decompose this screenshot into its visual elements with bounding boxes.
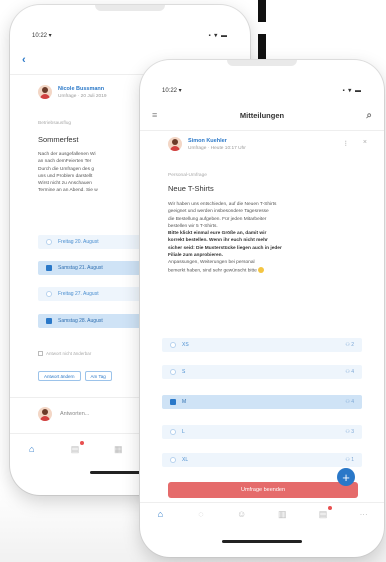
status-bar: 10:22 ▾ ▪ ▾ ▬ <box>140 82 384 98</box>
body-line: Anpassungen, Weiterungen bei personal <box>168 260 255 266</box>
poll-option[interactable]: L ⚇ 3 <box>162 425 362 439</box>
section-label: Betriebsausflug <box>38 121 72 126</box>
phone-notch <box>95 5 165 11</box>
tag-change-answer[interactable]: Antwort ändern <box>38 371 81 381</box>
post-title: Neue T-Shirts <box>168 184 214 193</box>
status-signal: ▪ ▾ ▬ <box>342 87 362 94</box>
cable-decoration <box>258 0 266 22</box>
radio-icon <box>170 457 176 463</box>
status-signal: ▪ ▾ ▬ <box>208 32 228 39</box>
menu-icon[interactable]: ≡ <box>152 110 157 120</box>
poll-option[interactable]: XS ⚇ 2 <box>162 338 362 352</box>
post-title: Sommerfest <box>38 135 79 144</box>
option-label: XL <box>182 457 189 463</box>
body-line: bemerkt haben, sind sehr gewünscht bitte <box>168 266 368 275</box>
home-icon[interactable]: ⌂ <box>154 509 166 519</box>
chat-icon[interactable]: ▤ <box>69 441 84 454</box>
author-meta: Umfrage · 20 Juli 2019 <box>58 93 107 99</box>
radio-icon <box>46 291 52 297</box>
home-icon[interactable]: ⌂ <box>26 444 38 454</box>
option-label: Samstag 21. August <box>58 265 103 271</box>
reply-bar[interactable]: Antworten... <box>38 407 89 421</box>
option-count: ⚇ 1 <box>345 457 354 463</box>
smile-icon[interactable]: ☺ <box>236 509 248 519</box>
home-indicator <box>222 540 302 543</box>
post-author[interactable]: Nicole Bussmann Umfrage · 20 Juli 2019 <box>38 85 107 99</box>
bell-icon[interactable]: ▤ <box>317 506 332 519</box>
radio-icon <box>46 239 52 245</box>
author-name: Nicole Bussmann <box>58 85 105 92</box>
post-author[interactable]: Simon Kuehler Umfrage · Heute 10:17 Uhr <box>168 137 246 151</box>
end-poll-button[interactable]: Umfrage beenden <box>168 482 358 498</box>
tag-day[interactable]: Am Tag <box>84 371 112 381</box>
option-count: ⚇ 4 <box>345 399 354 405</box>
option-count: ⚇ 2 <box>345 342 354 348</box>
divider <box>140 130 384 131</box>
phone-notch <box>227 60 297 66</box>
body-line-bold: korrekt bestellen. Wenn ihr euch nicht m… <box>168 238 268 244</box>
radio-icon <box>170 429 176 435</box>
more-icon[interactable]: ··· <box>358 509 370 519</box>
phone-front: 10:22 ▾ ▪ ▾ ▬ ≡ Mitteilungen ⌕ Simon Kue… <box>140 60 384 557</box>
option-count: ⚇ 4 <box>345 369 354 375</box>
status-bar: 10:22 ▾ ▪ ▾ ▬ <box>10 27 250 43</box>
pin-icon[interactable]: ⁝ <box>344 139 348 148</box>
notification-badge <box>79 441 84 445</box>
radio-icon <box>170 342 176 348</box>
body-line: bestellen wir 5 T-Shirts. <box>168 223 218 229</box>
option-label: L <box>182 429 185 435</box>
search-icon[interactable]: ⌕ <box>366 110 372 121</box>
poll-note: Antwort nicht änderbar <box>38 351 91 356</box>
option-label: Samstag 28. August <box>58 318 103 324</box>
lock-icon <box>38 351 43 356</box>
reply-placeholder: Antworten... <box>60 411 90 417</box>
poll-option[interactable]: M ⚇ 4 <box>162 395 362 409</box>
body-line: geeignet und werden insbesondere Tagesre… <box>168 209 269 215</box>
status-time: 10:22 ▾ <box>32 32 52 39</box>
body-line-bold: Bitte klickt einmal eure Größe an, damit… <box>168 231 267 237</box>
post-body: Wir haben uns entschieden, auf die Neuen… <box>168 201 368 274</box>
section-label: Personal-Umfrage <box>168 173 207 178</box>
marketing-composite: 10:22 ▾ ▪ ▾ ▬ ‹ Nicole Bussmann Umfrage … <box>0 0 386 562</box>
body-line-bold: Filiale zum anprobieren. <box>168 253 223 259</box>
nav-header: ≡ Mitteilungen ⌕ <box>140 102 384 128</box>
header-title: Mitteilungen <box>239 110 285 120</box>
body-line: die Bestellung aufgeben. Für jeden Mitar… <box>168 216 267 222</box>
option-label: S <box>182 369 186 375</box>
calendar-icon[interactable]: ▦ <box>112 444 124 454</box>
status-time: 10:22 ▾ <box>162 87 182 94</box>
checkbox-checked-icon <box>46 318 52 324</box>
option-label: XS <box>182 342 189 348</box>
checkbox-checked-icon <box>170 399 176 405</box>
body-line-bold: sicher seid: Die Musterstücke liegen auc… <box>168 245 282 251</box>
avatar <box>38 407 52 421</box>
avatar <box>38 85 52 99</box>
checkbox-checked-icon <box>46 265 52 271</box>
option-label: Freitag 27. August <box>58 291 99 297</box>
poll-option[interactable]: XL ⚇ 1 <box>162 453 362 467</box>
close-icon[interactable]: × <box>363 139 368 146</box>
tab-bar: ⌂ ▤ ▦ <box>10 438 140 460</box>
option-label: M <box>182 399 187 405</box>
book-icon[interactable]: ▥ <box>276 509 288 519</box>
notification-badge <box>327 506 332 510</box>
smile-emoji-icon <box>258 266 265 273</box>
radio-icon <box>170 369 176 375</box>
author-meta: Umfrage · Heute 10:17 Uhr <box>188 145 246 151</box>
back-chevron-icon[interactable]: ‹ <box>22 54 26 66</box>
option-count: ⚇ 3 <box>345 429 354 435</box>
author-name: Simon Kuehler <box>188 137 227 144</box>
add-post-button[interactable]: + <box>337 468 355 486</box>
tab-bar: ⌂ ◌ ☺ ▥ ▤ ··· <box>140 503 384 525</box>
avatar <box>168 137 182 151</box>
body-line: Wir haben uns entschieden, auf die Neuen… <box>168 202 277 207</box>
chat-icon[interactable]: ◌ <box>195 509 207 519</box>
action-tags: Antwort ändern Am Tag <box>38 371 112 381</box>
poll-option[interactable]: S ⚇ 4 <box>162 365 362 379</box>
option-label: Freitag 20. August <box>58 239 99 245</box>
